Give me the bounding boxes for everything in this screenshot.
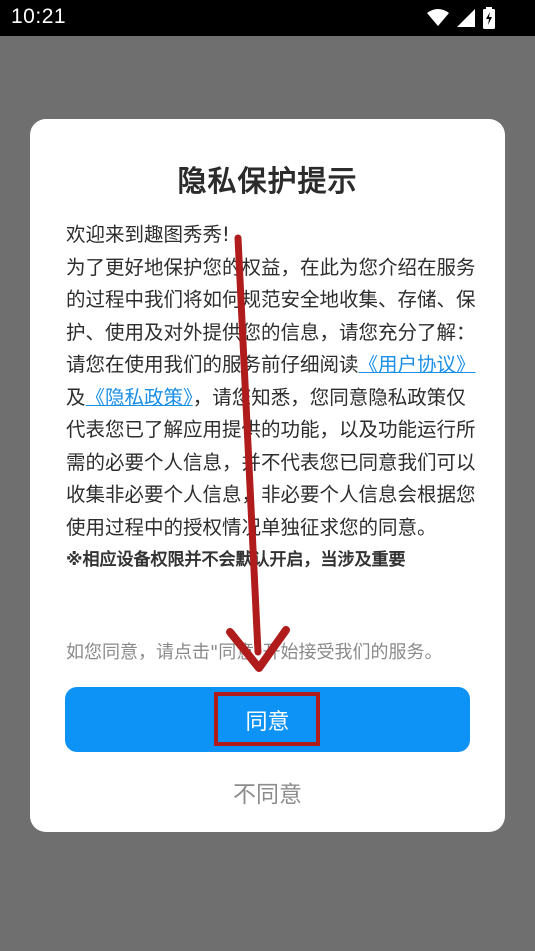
status-icons xyxy=(427,6,495,30)
wifi-icon xyxy=(427,9,449,27)
privacy-dialog: 隐私保护提示 欢迎来到趣图秀秀! 为了更好地保护您的权益，在此为您介绍在服务的过… xyxy=(30,119,505,832)
privacy-content[interactable]: 欢迎来到趣图秀秀! 为了更好地保护您的权益，在此为您介绍在服务的过程中我们将如何… xyxy=(66,219,476,621)
user-agreement-link[interactable]: 《用户协议》 xyxy=(359,353,476,376)
disagree-button[interactable]: 不同意 xyxy=(30,774,505,810)
privacy-policy-link[interactable]: 《隐私政策》 xyxy=(86,386,193,409)
intro-text: 为了更好地保护您的权益，在此为您介绍在服务的过程中我们将如何规范安全地收集、存储… xyxy=(66,255,476,344)
read-prefix: 请您在使用我们的服务前仔细阅读 xyxy=(66,353,359,376)
status-time: 10:21 xyxy=(11,5,67,28)
read-paragraph: 请您在使用我们的服务前仔细阅读《用户协议》及《隐私政策》，请您知悉，您同意隐私政… xyxy=(66,349,476,544)
status-bar: 10:21 xyxy=(0,0,535,36)
dialog-title: 隐私保护提示 xyxy=(177,164,358,198)
and-text: 及 xyxy=(66,385,86,409)
welcome-text: 欢迎来到趣图秀秀! xyxy=(66,223,230,246)
screen: 10:21 隐私保护提示 欢迎来到趣图秀秀! 为了更好地保护您的权益，在此为您介… xyxy=(0,0,535,951)
agree-button-label: 同意 xyxy=(245,709,290,735)
permission-note: ※相应设备权限并不会默认开启，当涉及重要 xyxy=(66,550,406,570)
battery-charging-icon xyxy=(483,7,495,29)
cellular-icon xyxy=(457,9,475,27)
agree-button[interactable]: 同意 xyxy=(65,687,470,752)
agree-hint: 如您同意，请点击"同意"开始接受我们的服务。 xyxy=(66,642,443,663)
